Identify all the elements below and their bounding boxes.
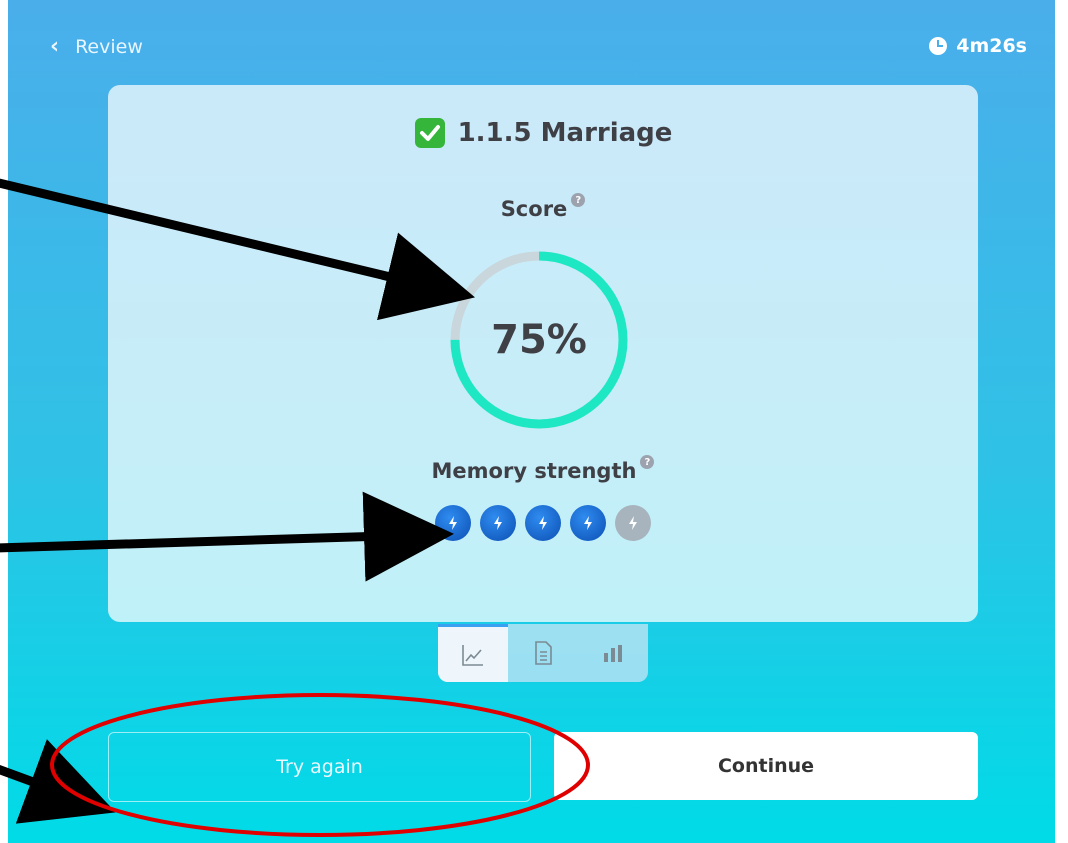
memory-dot-filled — [435, 505, 471, 541]
clock-icon — [929, 37, 948, 55]
memory-label: Memory strength — [431, 459, 637, 483]
memory-dot-filled — [570, 505, 606, 541]
score-value: 75% — [491, 317, 587, 363]
memory-dot-empty — [615, 505, 651, 541]
review-screen: ‹ Review 4m26s 1.1.5 Marriage Score ? 75… — [8, 0, 1055, 843]
line-chart-icon — [462, 644, 483, 666]
title-row: 1.1.5 Marriage — [108, 117, 978, 149]
lightning-icon — [449, 516, 457, 530]
document-list-icon — [535, 641, 552, 665]
back-button[interactable]: ‹ Review — [50, 34, 143, 59]
lesson-title: 1.1.5 Marriage — [457, 118, 673, 148]
score-help-icon[interactable]: ? — [571, 193, 586, 207]
lightning-icon — [584, 516, 592, 530]
checkmark-icon — [414, 118, 445, 148]
score-heading: Score ? — [108, 193, 978, 221]
tab-progress-chart[interactable] — [438, 624, 508, 682]
memory-dot-filled — [525, 505, 561, 541]
view-tabs — [438, 624, 648, 682]
continue-button[interactable]: Continue — [554, 732, 978, 800]
chevron-left-icon: ‹ — [50, 34, 60, 59]
bar-chart-icon — [604, 645, 622, 662]
tab-document[interactable] — [508, 624, 578, 682]
tab-stats[interactable] — [578, 624, 648, 682]
timer: 4m26s — [928, 35, 1027, 57]
back-label: Review — [75, 36, 143, 58]
lightning-icon — [629, 516, 637, 530]
memory-dot-filled — [480, 505, 516, 541]
result-card: 1.1.5 Marriage Score ? 75% Memory streng… — [108, 85, 978, 622]
timer-value: 4m26s — [956, 35, 1027, 57]
try-again-button[interactable]: Try again — [108, 732, 531, 802]
score-label: Score — [500, 197, 568, 221]
memory-heading: Memory strength ? — [108, 455, 978, 483]
memory-help-icon[interactable]: ? — [640, 455, 655, 469]
lightning-icon — [494, 516, 502, 530]
memory-strength-dots — [108, 505, 978, 541]
lightning-icon — [539, 516, 547, 530]
